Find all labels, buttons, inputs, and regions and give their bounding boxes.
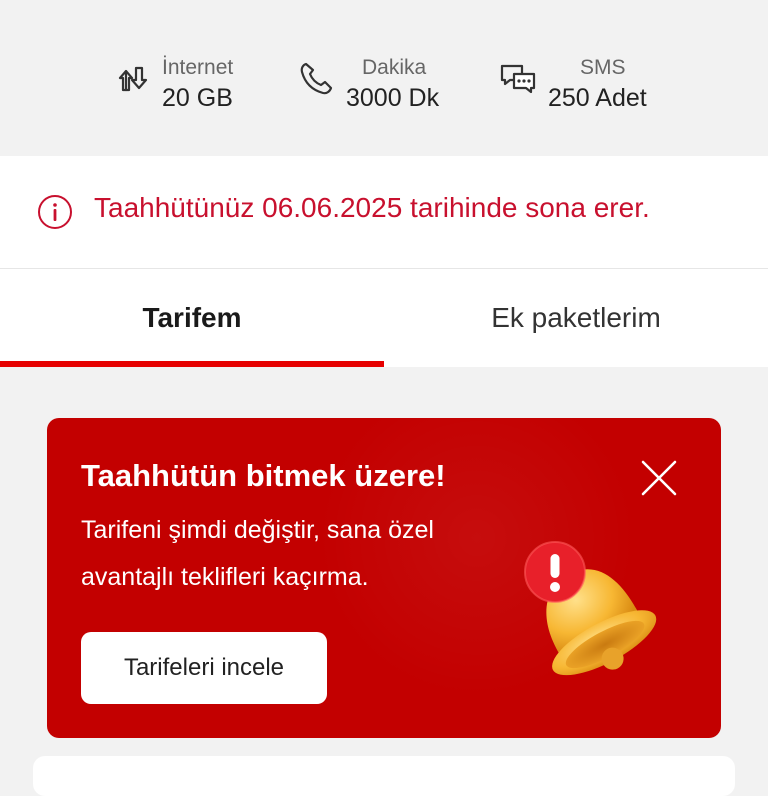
commitment-notice: Taahhütünüz 06.06.2025 tarihinde sona er… xyxy=(0,156,768,269)
info-icon xyxy=(38,195,72,229)
tab-tarifem[interactable]: Tarifem xyxy=(0,269,384,367)
commitment-message: Taahhütünüz 06.06.2025 tarihinde sona er… xyxy=(94,192,650,223)
bell-alert-icon xyxy=(524,541,657,676)
active-tab-indicator xyxy=(0,361,384,367)
chat-bubbles-icon xyxy=(500,64,536,94)
minutes-value: 3000 Dk xyxy=(346,84,440,112)
data-transfer-icon xyxy=(118,66,148,92)
view-tariffs-button[interactable]: Tarifeleri incele xyxy=(81,632,327,704)
usage-summary: İnternet 20 GB Dakika 3000 Dk SMS 250 Ad… xyxy=(0,0,768,156)
usage-minutes: Dakika 3000 Dk xyxy=(296,52,456,116)
commitment-promo-card: Taahhütün bitmek üzere! Tarifeni şimdi d… xyxy=(47,418,721,738)
internet-value: 20 GB xyxy=(162,84,233,112)
usage-internet: İnternet 20 GB xyxy=(114,52,254,116)
sms-label: SMS xyxy=(580,56,626,79)
next-card xyxy=(33,756,735,796)
tab-ek-paketlerim[interactable]: Ek paketlerim xyxy=(384,269,768,367)
close-icon[interactable] xyxy=(637,456,681,500)
internet-label: İnternet xyxy=(162,56,234,79)
sms-value: 250 Adet xyxy=(548,84,647,112)
minutes-label: Dakika xyxy=(362,56,427,79)
tab-bar: Tarifem Ek paketlerim xyxy=(0,269,768,367)
promo-title: Taahhütün bitmek üzere! xyxy=(81,458,446,493)
promo-description-line2: avantajlı teklifleri kaçırma. xyxy=(81,563,369,591)
promo-description-line1: Tarifeni şimdi değiştir, sana özel xyxy=(81,516,434,544)
phone-icon xyxy=(300,62,333,95)
usage-sms: SMS 250 Adet xyxy=(498,52,668,116)
